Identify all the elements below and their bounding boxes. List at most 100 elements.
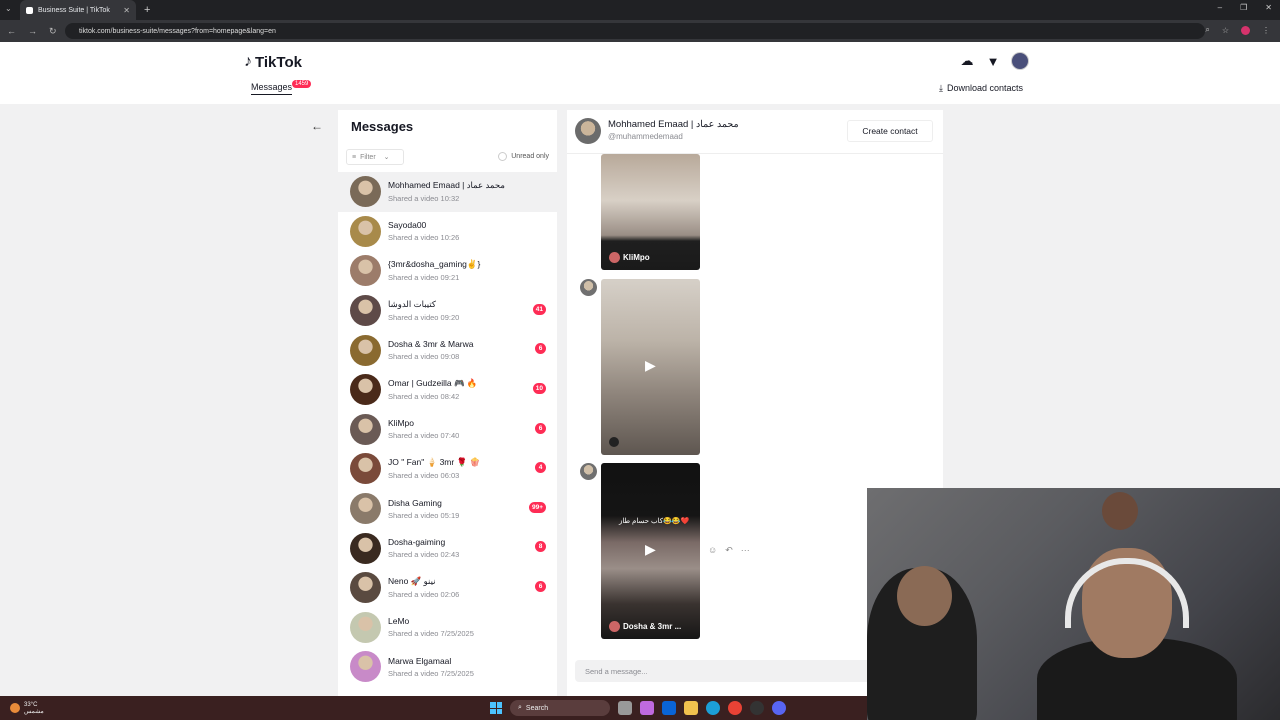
conversation-name: Neno 🚀 نينو <box>388 576 436 587</box>
url-input[interactable]: tiktok.com/business-suite/messages?from=… <box>65 23 1205 39</box>
conversation-item[interactable]: Sayoda00 Shared a video 10:26 <box>338 212 557 252</box>
tiktok-logo[interactable]: ♪ TikTok <box>244 53 302 71</box>
unread-count-badge: 6 <box>535 422 546 434</box>
conversation-text: KliMpo Shared a video 07:40 <box>388 418 459 440</box>
contact-name: Mohhamed Emaad | محمد عماد <box>608 119 739 130</box>
nav-messages-tab[interactable]: Messages <box>251 82 293 95</box>
discord-icon[interactable] <box>772 701 786 715</box>
user-avatar[interactable] <box>1011 52 1029 70</box>
chrome-icon[interactable] <box>728 701 742 715</box>
conversation-text: {3mr&dosha_gaming✌️} Shared a video 09:21 <box>388 259 480 282</box>
conversation-preview: Shared a video 7/25/2025 <box>388 629 474 639</box>
conversation-item[interactable]: Disha Gaming Shared a video 05:19 99+ <box>338 489 557 529</box>
restore-icon[interactable]: ❐ <box>1240 3 1247 12</box>
conversation-item[interactable]: كتيبات الدوشا Shared a video 09:20 41 <box>338 291 557 331</box>
outlook-icon[interactable] <box>662 701 676 715</box>
tab-list-icon[interactable]: ⌄ <box>5 4 12 13</box>
conversation-avatar <box>350 176 381 208</box>
conversation-avatar <box>350 532 381 564</box>
conversation-name: Mohhamed Emaad | محمد عماد <box>388 180 505 191</box>
zoom-icon[interactable]: ⌕ <box>1205 25 1209 35</box>
taskbar-search-label: Search <box>525 704 549 712</box>
sender-avatar <box>580 279 597 296</box>
conversation-avatar <box>350 295 381 327</box>
forward-icon[interactable]: → <box>28 26 37 37</box>
close-tab-icon[interactable]: ✕ <box>123 6 130 15</box>
conversation-text: JO " Fan" 🍦 3mr 🌹 🍿 Shared a video 06:03 <box>388 457 480 480</box>
webcam-overlay <box>867 488 1280 720</box>
minimize-icon[interactable]: – <box>1218 3 1222 12</box>
conversation-preview: Shared a video 10:32 <box>388 194 460 204</box>
creator-avatar-icon <box>609 252 620 263</box>
conversation-item[interactable]: Omar | Gudzeilla 🎮 🔥 Shared a video 08:42… <box>338 370 557 410</box>
upload-cloud-icon[interactable]: ☁ <box>959 53 975 69</box>
copilot-icon[interactable] <box>640 701 654 715</box>
conversation-item[interactable]: KliMpo Shared a video 07:40 6 <box>338 410 557 450</box>
task-view-icon[interactable] <box>618 701 632 715</box>
conversation-preview: Shared a video 05:19 <box>388 510 460 520</box>
conversation-item[interactable]: LeMo Shared a video 7/25/2025 <box>338 608 557 648</box>
menu-icon[interactable]: ⋮ <box>1262 26 1270 35</box>
play-icon[interactable]: ▶ <box>645 357 656 374</box>
conversation-avatar <box>350 572 381 604</box>
taskbar-search[interactable]: ⌕ Search <box>510 700 610 716</box>
conversation-text: Disha Gaming Shared a video 05:19 <box>388 498 459 520</box>
url-text: tiktok.com/business-suite/messages?from=… <box>79 27 276 35</box>
conversation-item[interactable]: JO " Fan" 🍦 3mr 🌹 🍿 Shared a video 06:03 4 <box>338 449 557 489</box>
file-explorer-icon[interactable] <box>684 701 698 715</box>
unread-count-badge: 4 <box>535 462 546 474</box>
conversation-item[interactable]: Neno 🚀 نينو Shared a video 02:06 6 <box>338 568 557 608</box>
tab-title: Business Suite | TikTok <box>38 6 110 14</box>
contact-avatar[interactable] <box>575 118 601 144</box>
download-contacts-button[interactable]: ⤓ Download contacts <box>939 83 1023 94</box>
conversation-item[interactable]: Marwa Elgamaal Shared a video 7/25/2025 <box>338 647 557 687</box>
shared-video[interactable]: كاب حسام طاز😂😂❤️ ▶ Dosha & 3mr ... <box>601 463 700 639</box>
bookmark-star-icon[interactable]: ☆ <box>1222 26 1229 35</box>
sender-avatar <box>580 463 597 480</box>
conversation-avatar <box>350 334 381 366</box>
close-window-icon[interactable]: ✕ <box>1265 3 1272 12</box>
reply-icon[interactable]: ↶ <box>725 545 733 556</box>
more-options-icon[interactable]: ··· <box>741 545 750 556</box>
conversation-item[interactable]: Mohhamed Emaad | محمد عماد Shared a video… <box>338 172 557 212</box>
obs-icon[interactable] <box>750 701 764 715</box>
conversation-text: Dosha-gaiming Shared a video 02:43 <box>388 537 459 559</box>
play-icon[interactable]: ▶ <box>645 541 656 558</box>
reload-icon[interactable]: ↻ <box>49 26 57 37</box>
unread-only-toggle[interactable]: Unread only <box>498 152 549 161</box>
conversation-preview: Shared a video 7/25/2025 <box>388 668 474 678</box>
filter-dropdown[interactable]: ≡ Filter ⌄ <box>346 149 404 165</box>
nav-buttons: ← → ↻ <box>7 26 59 37</box>
tiktok-note-icon: ♪ <box>244 53 252 70</box>
conversation-text: Neno 🚀 نينو Shared a video 02:06 <box>388 576 459 599</box>
conversation-name: {3mr&dosha_gaming✌️} <box>388 259 481 270</box>
shared-video[interactable]: KliMpo <box>601 154 700 270</box>
conversation-name: Dosha & 3mr & Marwa <box>388 339 474 350</box>
conversation-text: Marwa Elgamaal Shared a video 7/25/2025 <box>388 656 474 678</box>
profile-icon[interactable] <box>1241 25 1250 35</box>
download-icon: ⤓ <box>939 83 943 93</box>
unread-count-badge: 10 <box>532 382 546 394</box>
weather-desc: مشمس <box>24 708 44 715</box>
video-caption-text: KliMpo <box>623 253 650 262</box>
weather-widget[interactable]: 33°C مشمس <box>10 702 44 715</box>
browser-tab[interactable]: Business Suite | TikTok ✕ <box>20 0 136 20</box>
new-tab-icon[interactable]: + <box>144 4 150 16</box>
conversation-item[interactable]: {3mr&dosha_gaming✌️} Shared a video 09:21 <box>338 251 557 291</box>
shared-video[interactable]: ▶ <box>601 279 700 455</box>
conversation-name: Omar | Gudzeilla 🎮 🔥 <box>388 378 478 389</box>
windows-start-icon[interactable] <box>490 702 502 714</box>
conversation-avatar <box>350 651 381 683</box>
unread-count-badge: 6 <box>535 343 546 355</box>
emoji-react-icon[interactable]: ☺ <box>708 545 717 556</box>
webcam-person <box>897 566 952 626</box>
filter-icon[interactable]: ▼ <box>985 54 1001 69</box>
unread-count-badge: 99+ <box>528 501 546 513</box>
conversation-item[interactable]: Dosha-gaiming Shared a video 02:43 8 <box>338 528 557 568</box>
conversation-item[interactable]: Dosha & 3mr & Marwa Shared a video 09:08 6 <box>338 330 557 370</box>
edge-icon[interactable] <box>706 701 720 715</box>
back-arrow-icon[interactable]: ← <box>311 119 323 133</box>
conversation-name: Marwa Elgamaal <box>388 655 452 666</box>
create-contact-button[interactable]: Create contact <box>847 120 933 142</box>
back-icon[interactable]: ← <box>7 26 16 37</box>
